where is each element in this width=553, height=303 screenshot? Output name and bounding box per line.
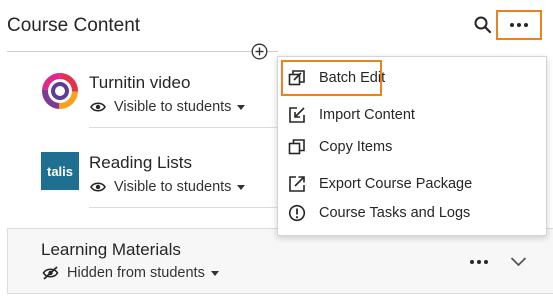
- visibility-label: Hidden from students: [67, 265, 205, 281]
- visibility-dropdown-turnitin[interactable]: Visible to students: [90, 99, 246, 115]
- visibility-label: Visible to students: [114, 99, 232, 115]
- header-divider: [7, 51, 278, 52]
- page-title: Course Content: [7, 15, 141, 36]
- caret-down-icon: [237, 184, 246, 190]
- import-icon: [289, 107, 305, 123]
- menu-item-copy-items[interactable]: Copy Items: [288, 138, 392, 156]
- more-dots-icon: [470, 260, 474, 264]
- item-title-turnitin[interactable]: Turnitin video: [89, 73, 190, 93]
- eye-slash-icon: [42, 266, 59, 280]
- eye-icon: [90, 182, 106, 192]
- caret-down-icon: [237, 104, 246, 110]
- menu-item-import-content[interactable]: Import Content: [288, 106, 415, 124]
- item-divider: [89, 127, 278, 128]
- info-circle-icon: [288, 204, 306, 222]
- chevron-down-icon[interactable]: [510, 256, 527, 267]
- visibility-dropdown-reading-lists[interactable]: Visible to students: [90, 179, 246, 195]
- item-divider: [89, 207, 278, 208]
- visibility-label: Visible to students: [114, 179, 232, 195]
- visibility-dropdown-folder[interactable]: Hidden from students: [42, 265, 219, 281]
- turnitin-logo-icon: [42, 73, 78, 109]
- menu-item-export-course-package[interactable]: Export Course Package: [288, 175, 472, 193]
- batch-edit-highlight: [281, 60, 382, 96]
- search-icon[interactable]: [473, 15, 493, 35]
- item-title-reading-lists[interactable]: Reading Lists: [89, 153, 192, 173]
- menu-item-course-tasks-and-logs[interactable]: Course Tasks and Logs: [288, 204, 470, 222]
- add-content-icon[interactable]: [251, 43, 268, 60]
- folder-more-button[interactable]: [470, 260, 488, 264]
- caret-down-icon: [210, 270, 219, 276]
- copy-icon: [288, 139, 305, 155]
- eye-icon: [90, 102, 106, 112]
- talis-logo-icon: talis: [41, 152, 79, 190]
- export-icon: [289, 176, 305, 192]
- more-dots-icon: [510, 23, 514, 27]
- folder-title[interactable]: Learning Materials: [41, 240, 181, 260]
- more-options-button[interactable]: [496, 10, 542, 40]
